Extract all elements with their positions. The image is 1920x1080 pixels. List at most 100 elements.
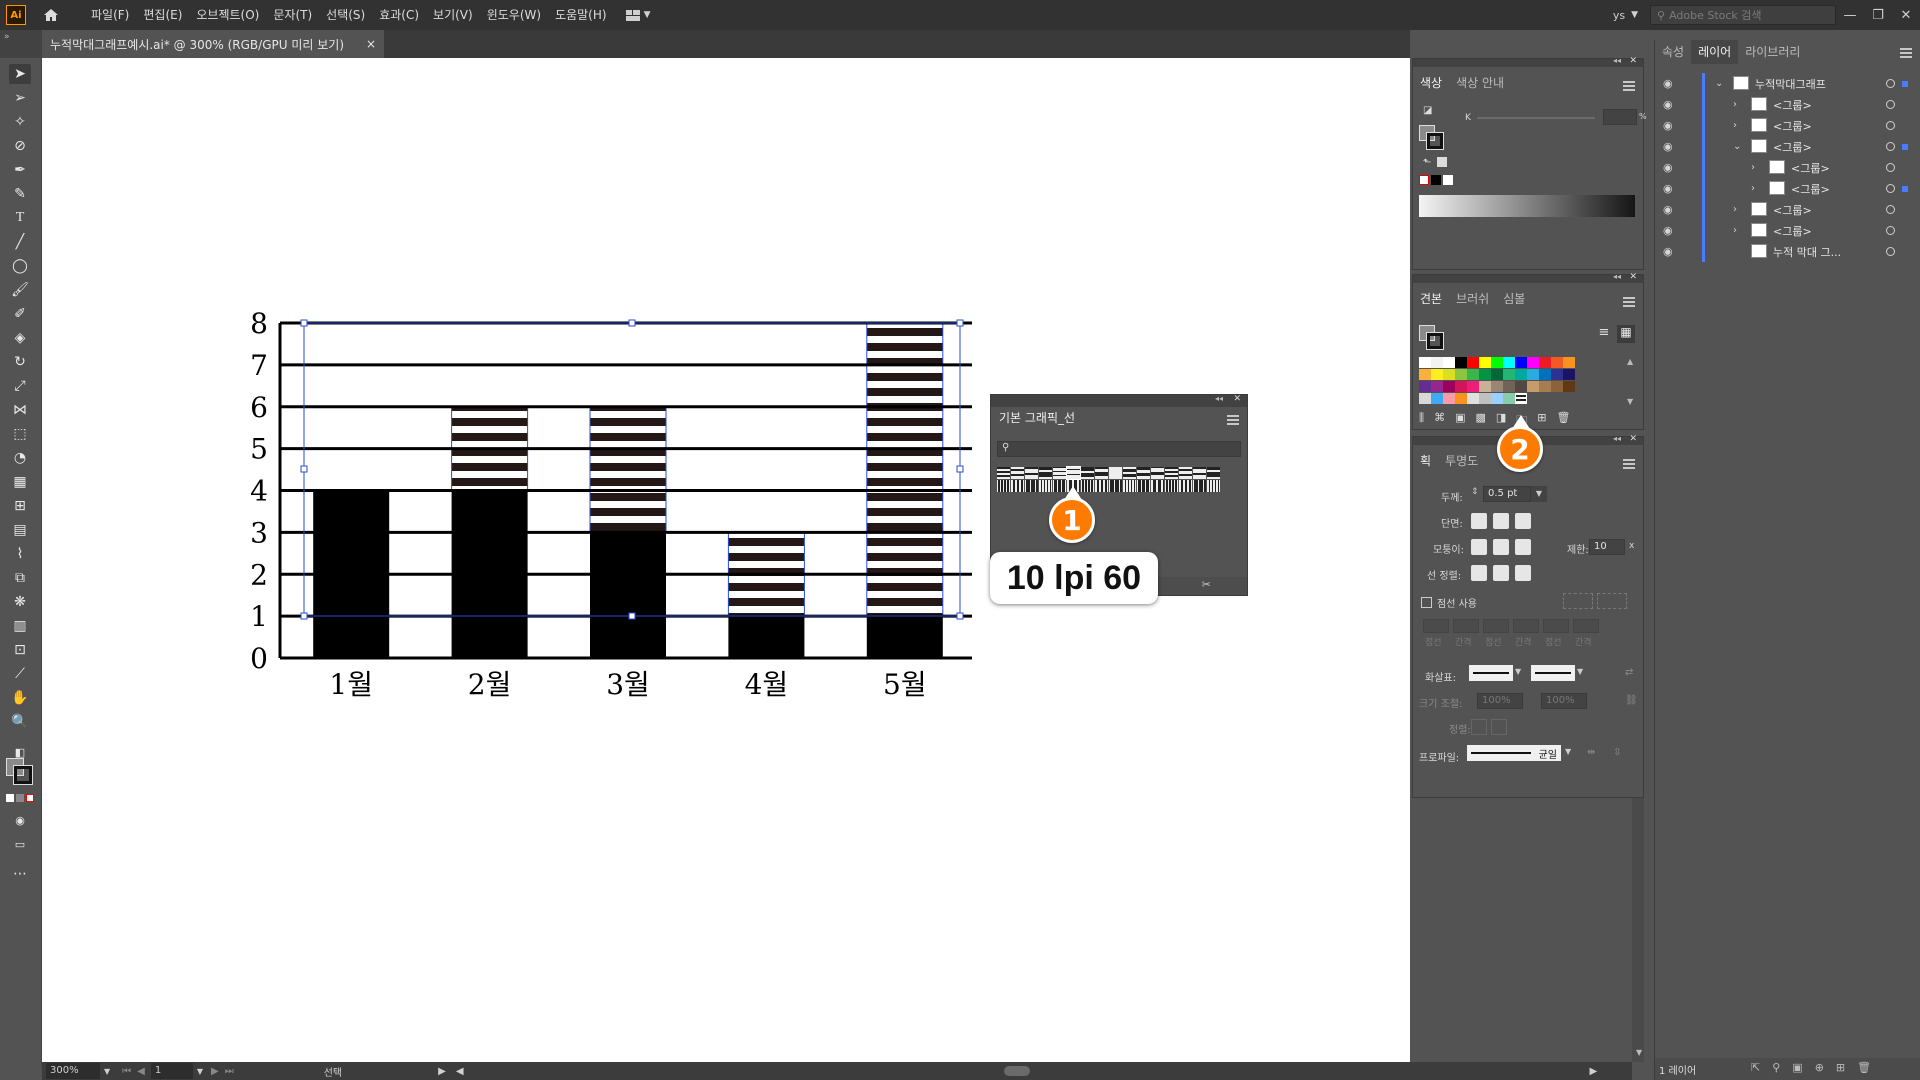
color-swatch[interactable] xyxy=(1515,369,1527,380)
dash-gap-input[interactable] xyxy=(1453,619,1479,633)
stroke-color-swatch[interactable] xyxy=(13,765,33,785)
color-swatch[interactable] xyxy=(1539,381,1551,392)
graphic-style-swatch[interactable] xyxy=(1207,467,1220,479)
color-swatch[interactable] xyxy=(1455,393,1467,404)
type-tool-icon[interactable]: T xyxy=(9,208,31,228)
preserve-dash-button[interactable] xyxy=(1563,593,1593,609)
color-swatch[interactable] xyxy=(1419,357,1431,368)
color-stroke-swatch[interactable] xyxy=(1426,132,1444,150)
menu-item[interactable]: 오브젝트(O) xyxy=(189,0,266,30)
color-swatch[interactable] xyxy=(1431,393,1443,404)
chevron-down-icon[interactable]: ▼ xyxy=(1531,486,1547,502)
magic-wand-tool-icon[interactable]: ✧ xyxy=(9,112,31,132)
close-panel-icon[interactable]: ✕ xyxy=(1629,272,1637,282)
menu-item[interactable]: 도움말(H) xyxy=(548,0,614,30)
swatch-grid[interactable] xyxy=(1419,357,1625,405)
round-cap-button[interactable] xyxy=(1493,513,1509,529)
color-swatch[interactable] xyxy=(1443,393,1455,404)
close-panel-icon[interactable]: ✕ xyxy=(1233,394,1241,404)
color-swatch[interactable] xyxy=(1563,369,1575,380)
scroll-down-icon[interactable]: ▼ xyxy=(1627,397,1633,406)
chevron-right-icon[interactable]: › xyxy=(1733,225,1737,236)
screen-mode-icon[interactable]: ▭ xyxy=(9,834,31,854)
tab-color[interactable]: 색상 xyxy=(1413,71,1450,95)
hand-tool-icon[interactable]: ✋ xyxy=(9,688,31,708)
color-swatch[interactable] xyxy=(1479,393,1491,404)
slice-tool-icon[interactable]: ⟋ xyxy=(9,664,31,684)
graphic-style-swatch[interactable] xyxy=(1179,480,1192,492)
color-swatch[interactable] xyxy=(1419,393,1431,404)
graphic-style-swatch[interactable] xyxy=(1165,467,1178,479)
break-link-icon[interactable]: ✂ xyxy=(1202,578,1211,591)
new-swatch-icon[interactable]: ⊞ xyxy=(1537,411,1546,427)
chevron-down-icon[interactable]: ▼ xyxy=(104,1067,110,1076)
visibility-eye-icon[interactable]: ◉ xyxy=(1663,119,1673,132)
chevron-down-icon[interactable]: ▼ xyxy=(197,1067,203,1076)
color-swatch[interactable] xyxy=(1527,369,1539,380)
target-circle-icon[interactable] xyxy=(1886,226,1895,235)
scroll-up-icon[interactable]: ▲ xyxy=(1627,357,1633,366)
color-swatch[interactable] xyxy=(1515,393,1527,404)
layer-row[interactable]: ◉ ⌄ 누적막대그래프 xyxy=(1655,73,1920,94)
black-swatch[interactable] xyxy=(1431,175,1441,185)
selection-indicator[interactable] xyxy=(1902,143,1908,150)
color-swatch[interactable] xyxy=(1419,381,1431,392)
align-inside-button[interactable] xyxy=(1493,565,1509,581)
target-circle-icon[interactable] xyxy=(1886,121,1895,130)
panel-menu-icon[interactable] xyxy=(1623,297,1635,307)
color-swatch[interactable] xyxy=(1491,393,1503,404)
layer-row[interactable]: ◉ 누적 막대 그... xyxy=(1655,241,1920,262)
arrow-extend-button[interactable] xyxy=(1471,719,1487,735)
projecting-cap-button[interactable] xyxy=(1515,513,1531,529)
horizontal-scroll-thumb[interactable] xyxy=(1003,1066,1030,1076)
visibility-eye-icon[interactable]: ◉ xyxy=(1663,98,1673,111)
graphic-style-swatch[interactable] xyxy=(1123,467,1136,479)
artboard-tool-icon[interactable]: ⊡ xyxy=(9,640,31,660)
close-tab-icon[interactable]: × xyxy=(366,37,376,51)
chevron-down-icon[interactable]: ▼ xyxy=(1565,747,1571,756)
menu-item[interactable]: 효과(C) xyxy=(372,0,426,30)
swatch-library-icon[interactable]: ⫼ xyxy=(1419,411,1424,427)
dash-gap-input[interactable] xyxy=(1513,619,1539,633)
visibility-eye-icon[interactable]: ◉ xyxy=(1663,224,1673,237)
color-swatch[interactable] xyxy=(1563,357,1575,368)
color-swatch[interactable] xyxy=(1455,381,1467,392)
graphic-style-swatch[interactable] xyxy=(1025,467,1038,479)
tab-properties[interactable]: 속성 xyxy=(1655,40,1691,64)
graphic-style-swatch[interactable] xyxy=(1151,467,1164,479)
scale-tool-icon[interactable]: ⤢ xyxy=(9,376,31,396)
k-value-input[interactable] xyxy=(1603,109,1637,125)
white-swatch[interactable] xyxy=(1443,175,1453,185)
chevron-down-icon[interactable]: ▼ xyxy=(1577,667,1583,676)
document-tab[interactable]: 누적막대그래프예시.ai* @ 300% (RGB/GPU 미리 보기) × xyxy=(42,30,384,58)
dash-gap-input[interactable] xyxy=(1543,619,1569,633)
graphic-style-swatch[interactable] xyxy=(1179,467,1192,479)
color-swatch[interactable] xyxy=(1419,369,1431,380)
tab-symbols[interactable]: 심볼 xyxy=(1496,287,1532,311)
dashed-line-checkbox[interactable] xyxy=(1421,597,1432,608)
profile-select[interactable]: 균일 xyxy=(1467,745,1561,761)
graphic-style-swatch[interactable] xyxy=(1193,480,1206,492)
none-swatch[interactable] xyxy=(1419,175,1429,185)
dash-gap-input[interactable] xyxy=(1423,619,1449,633)
new-layer-icon[interactable]: ⊞ xyxy=(1836,1061,1845,1074)
paintbrush-tool-icon[interactable]: 🖌 xyxy=(9,280,31,300)
dash-gap-input[interactable] xyxy=(1483,619,1509,633)
stock-search-input[interactable]: ⚲ Adobe Stock 검색 xyxy=(1650,5,1836,25)
visibility-eye-icon[interactable]: ◉ xyxy=(1663,161,1673,174)
close-panel-icon[interactable]: ✕ xyxy=(1629,56,1637,66)
panel-menu-icon[interactable] xyxy=(1623,459,1635,469)
tab-transparency[interactable]: 투명도 xyxy=(1438,449,1485,473)
graphic-style-swatch[interactable] xyxy=(997,467,1010,479)
layer-row[interactable]: ◉ › <그룹> xyxy=(1655,178,1920,199)
color-swatch[interactable] xyxy=(1467,357,1479,368)
color-swatch[interactable] xyxy=(1515,357,1527,368)
edit-group-icon[interactable]: ◨ xyxy=(1496,411,1506,427)
target-circle-icon[interactable] xyxy=(1886,184,1895,193)
gradient-tool-icon[interactable]: ▤ xyxy=(9,520,31,540)
grid-view-icon[interactable]: ▦ xyxy=(1617,325,1635,343)
close-panel-icon[interactable]: ✕ xyxy=(1629,434,1637,444)
visibility-eye-icon[interactable]: ◉ xyxy=(1663,245,1673,258)
align-outside-button[interactable] xyxy=(1515,565,1531,581)
free-transform-tool-icon[interactable]: ⬚ xyxy=(9,424,31,444)
